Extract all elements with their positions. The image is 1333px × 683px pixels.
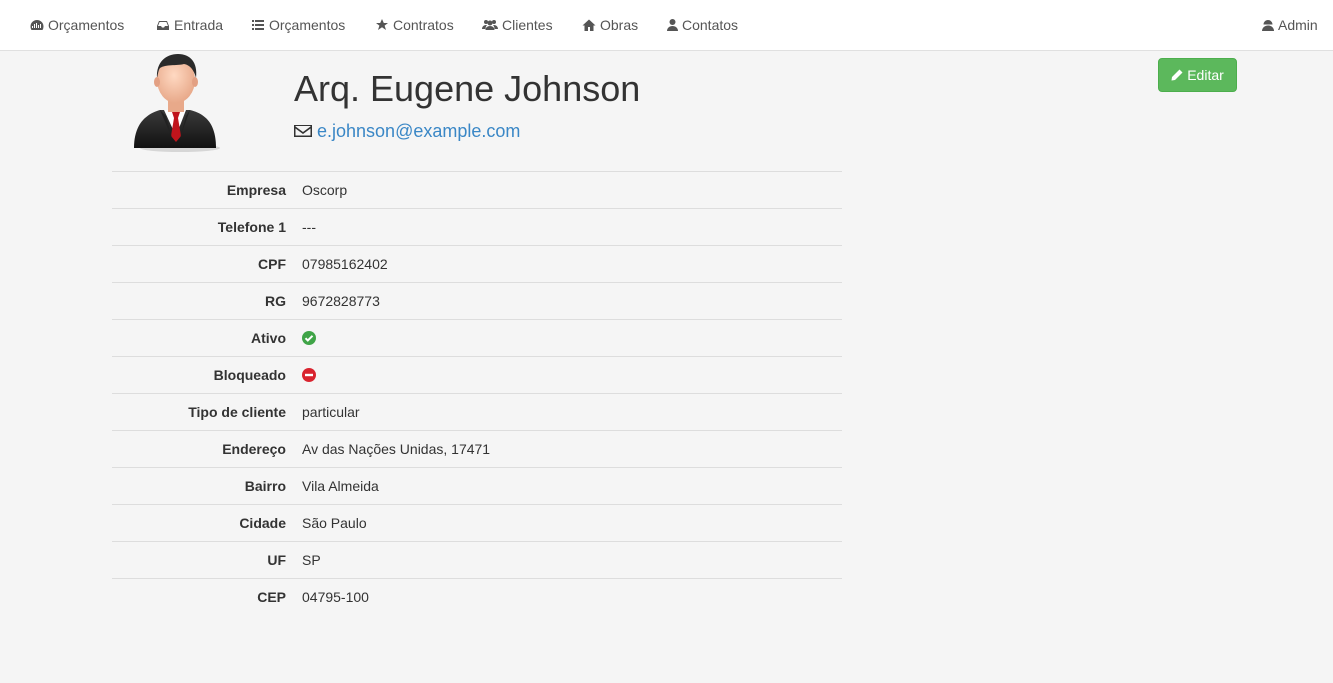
nav-label: Admin [1278, 17, 1318, 33]
detail-label: Empresa [226, 182, 286, 198]
detail-label: Tipo de cliente [188, 404, 286, 420]
detail-value: Vila Almeida [302, 478, 379, 494]
detail-value: 04795-100 [302, 589, 369, 605]
minus-circle-icon [302, 368, 316, 382]
dashboard-icon [30, 18, 44, 32]
nav-label: Contatos [682, 17, 739, 33]
detail-value: Oscorp [302, 182, 348, 198]
detail-row-uf: UF SP [112, 541, 842, 578]
nav-label: Clientes [502, 17, 553, 33]
detail-value [302, 331, 316, 345]
detail-row-cep: CEP 04795-100 [112, 578, 842, 615]
nav-contratos[interactable]: Contratos [375, 0, 454, 50]
detail-row-rg: RG 9672828773 [112, 282, 842, 319]
pencil-icon [1171, 69, 1183, 81]
nav-entrada[interactable]: Entrada [156, 0, 223, 50]
detail-label: Bloqueado [213, 367, 286, 383]
detail-row-endereco: Endereço Av das Nações Unidas, 17471 [112, 430, 842, 467]
nav-label: Contratos [393, 17, 454, 33]
detail-value: 07985162402 [302, 256, 388, 272]
nav-orcamentos-list[interactable]: Orçamentos [251, 0, 345, 50]
detail-row-empresa: Empresa Oscorp [112, 171, 842, 208]
nav-admin-menu[interactable]: Admin [1262, 0, 1318, 50]
detail-label: UF [267, 552, 286, 568]
detail-label: Cidade [239, 515, 286, 531]
inbox-icon [156, 18, 170, 32]
detail-value: 9672828773 [302, 293, 380, 309]
list-icon [251, 18, 265, 32]
email-link[interactable]: e.johnson@example.com [317, 121, 520, 142]
detail-label: Endereço [222, 441, 286, 457]
detail-label: Telefone 1 [217, 219, 286, 235]
detail-row-cpf: CPF 07985162402 [112, 245, 842, 282]
detail-row-tipo-cliente: Tipo de cliente particular [112, 393, 842, 430]
detail-row-bloqueado: Bloqueado [112, 356, 842, 393]
detail-label: CPF [258, 256, 286, 272]
detail-value: SP [302, 552, 321, 568]
email-row: e.johnson@example.com [294, 120, 520, 142]
detail-value: São Paulo [302, 515, 367, 531]
users-icon [482, 18, 498, 32]
detail-value: particular [302, 404, 360, 420]
details-table: Empresa Oscorp Telefone 1 --- CPF 079851… [112, 171, 842, 615]
detail-label: RG [265, 293, 286, 309]
page-title: Arq. Eugene Johnson [294, 68, 641, 109]
detail-row-bairro: Bairro Vila Almeida [112, 467, 842, 504]
nav-orcamentos-dashboard[interactable]: Orçamentos [30, 0, 124, 50]
avatar [128, 50, 224, 154]
detail-label: CEP [257, 589, 286, 605]
detail-value [302, 368, 316, 382]
edit-button[interactable]: Editar [1158, 58, 1237, 92]
top-navbar: Orçamentos Entrada Orçamentos Contratos … [0, 0, 1333, 51]
detail-label: Bairro [244, 478, 286, 494]
home-icon [582, 18, 596, 32]
user-icon [667, 18, 678, 32]
nav-label: Entrada [174, 17, 224, 33]
nav-label: Obras [600, 17, 639, 33]
envelope-icon [294, 125, 312, 137]
check-circle-icon [302, 331, 316, 345]
detail-row-ativo: Ativo [112, 319, 842, 356]
nav-label: Orçamentos [269, 17, 346, 33]
nav-obras[interactable]: Obras [582, 0, 638, 50]
edit-button-label: Editar [1187, 67, 1224, 83]
user-secret-icon [1262, 18, 1274, 32]
detail-row-cidade: Cidade São Paulo [112, 504, 842, 541]
nav-contatos[interactable]: Contatos [667, 0, 738, 50]
nav-label: Orçamentos [48, 17, 125, 33]
star-icon [375, 18, 389, 32]
detail-label: Ativo [251, 330, 286, 346]
detail-row-telefone: Telefone 1 --- [112, 208, 842, 245]
detail-value: Av das Nações Unidas, 17471 [302, 441, 491, 457]
detail-value: --- [302, 219, 316, 235]
nav-clientes[interactable]: Clientes [482, 0, 553, 50]
